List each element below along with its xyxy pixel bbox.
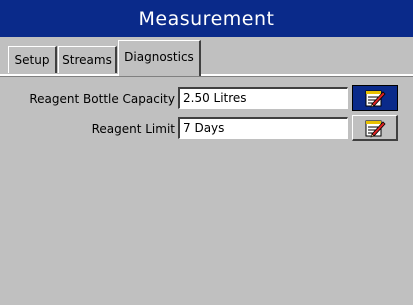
window-title: Measurement	[138, 7, 275, 30]
reagent-bottle-capacity-label: Reagent Bottle Capacity	[29, 92, 175, 106]
reagent-limit-label: Reagent Limit	[91, 122, 175, 136]
edit-notepad-icon	[365, 120, 386, 137]
tab-diagnostics[interactable]: Diagnostics	[118, 40, 201, 76]
tab-setup[interactable]: Setup	[8, 46, 57, 73]
window-title-bar: Measurement	[0, 0, 413, 37]
tab-label: Streams	[62, 53, 112, 67]
tab-streams[interactable]: Streams	[58, 46, 117, 73]
edit-reagent-bottle-capacity-button[interactable]	[352, 85, 398, 111]
edit-reagent-limit-button[interactable]	[352, 115, 398, 141]
tab-label: Diagnostics	[124, 50, 194, 64]
reagent-limit-field[interactable]: 7 Days	[178, 117, 348, 139]
edit-notepad-icon	[365, 90, 386, 108]
diagnostics-panel	[0, 77, 413, 305]
reagent-bottle-capacity-field[interactable]: 2.50 Litres	[178, 87, 348, 109]
tab-label: Setup	[14, 53, 50, 67]
